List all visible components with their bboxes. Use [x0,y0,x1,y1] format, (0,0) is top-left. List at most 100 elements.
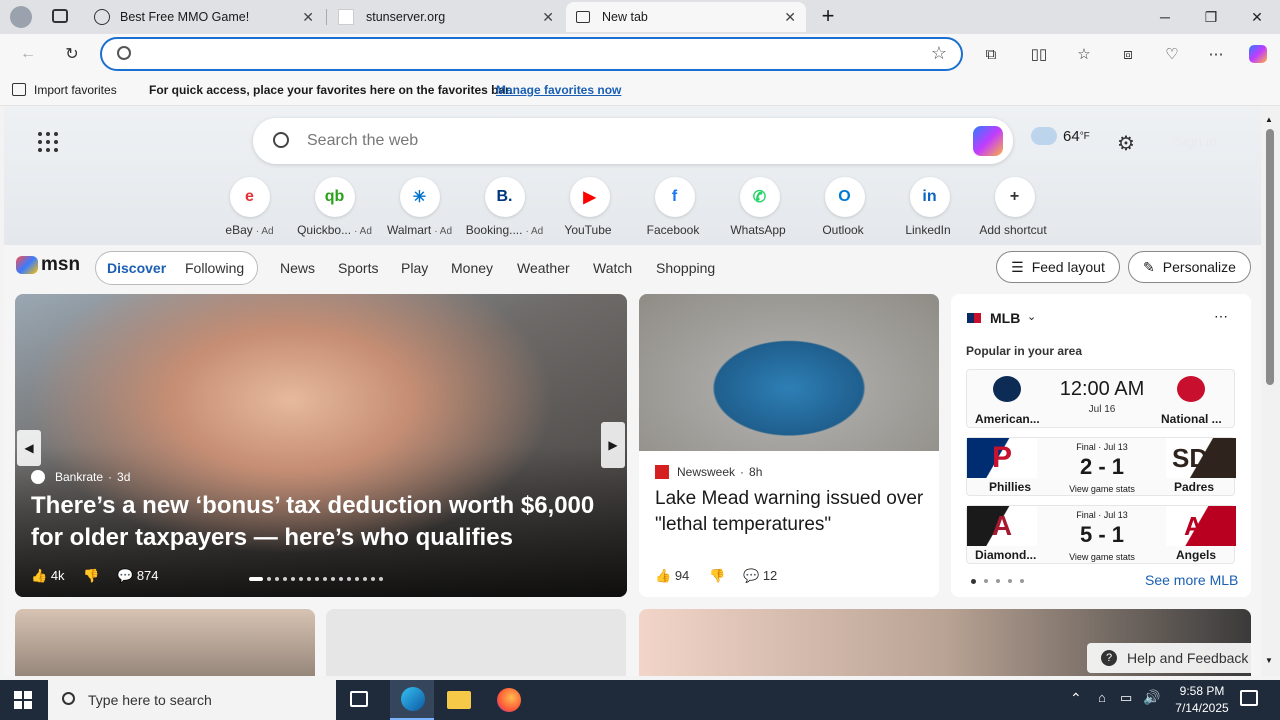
mlb-subtitle: Popular in your area [966,344,1083,358]
more-menu-icon[interactable]: ⋯ [1202,40,1230,68]
hero-dislike-button[interactable]: 👎 [83,568,99,584]
close-window-button[interactable]: ✕ [1234,0,1280,34]
close-icon[interactable]: ✕ [784,9,796,26]
shortcut-tile[interactable]: ✳ Walmart · Ad [377,177,462,237]
copilot-icon[interactable] [1244,40,1272,68]
address-input[interactable]: ☆ [100,37,963,71]
minimize-button[interactable]: ─ [1142,0,1188,34]
help-feedback-button[interactable]: ? Help and Feedback [1087,643,1255,673]
shortcut-tile[interactable]: in LinkedIn [887,177,972,237]
hero-source[interactable]: Bankrate · 3d [31,470,130,484]
story-card-lake-mead[interactable]: Newsweek · 8h Lake Mead warning issued o… [639,294,939,597]
tab-stunserver[interactable]: stunserver.org ✕ [328,2,564,32]
nav-news[interactable]: News [280,260,315,276]
mlb-pager-dots[interactable] [971,579,1024,584]
browser-essentials-icon[interactable]: ♡ [1158,40,1186,68]
story-headline[interactable]: Lake Mead warning issued over "lethal te… [655,486,927,538]
clock-date[interactable]: 7/14/2025 [1166,701,1238,715]
collections-icon[interactable]: ⧈ [1114,40,1142,68]
star-icon[interactable]: ☆ [931,43,947,64]
back-button[interactable]: ← [14,40,42,68]
more-options-icon[interactable]: ⋯ [1214,308,1228,325]
nav-sports[interactable]: Sports [338,260,378,276]
import-favorites-button[interactable]: Import favorites [34,83,117,97]
new-tab-button[interactable]: + [816,4,840,28]
firefox-icon[interactable] [497,688,521,712]
web-search-box[interactable]: Search the web [253,118,1013,164]
profile-icon[interactable] [10,6,32,28]
hero-story-card[interactable]: ◀ ▶ Bankrate · 3d There’s a new ‘bonus’ … [15,294,627,597]
extensions-icon[interactable]: ⧉ [977,40,1005,68]
chevron-down-icon[interactable]: ⌄ [1027,310,1036,323]
page-scrollbar[interactable]: ▲ ▼ [1261,107,1280,676]
favorites-icon[interactable]: ☆ [1070,40,1098,68]
tab-mmo[interactable]: Best Free MMO Game! ✕ [84,2,324,32]
nav-play[interactable]: Play [401,260,428,276]
story-like-button[interactable]: 👍 94 [655,568,689,584]
notifications-icon[interactable] [1240,690,1258,706]
shortcut-tile[interactable]: B. Booking.... · Ad [462,177,547,237]
tab-actions-icon[interactable] [52,9,68,23]
tab-discover[interactable]: Discover [107,260,166,276]
split-screen-icon[interactable]: ▯▯ [1025,40,1053,68]
carousel-next-button[interactable]: ▶ [601,422,625,468]
edge-taskbar-icon[interactable] [390,680,434,720]
clock-time[interactable]: 9:58 PM [1172,684,1232,698]
view-game-stats-link[interactable]: View game stats [1057,552,1147,562]
tab-newtab[interactable]: New tab ✕ [566,2,806,32]
view-game-stats-link[interactable]: View game stats [1057,484,1147,494]
story-dislike-button[interactable]: 👎 [709,568,725,584]
scroll-down-arrow[interactable]: ▼ [1265,656,1273,665]
task-view-icon[interactable] [350,691,368,707]
connection-icon[interactable]: ▭ [1120,690,1132,706]
taskbar-search-box[interactable]: Type here to search [48,680,336,720]
personalize-button[interactable]: ✎ Personalize [1128,251,1251,283]
game-row[interactable]: A Diamond... Final · Jul 13 5 - 1 View g… [966,505,1236,564]
story-card[interactable] [15,609,315,676]
weather-widget[interactable]: 64 °F [1031,127,1090,145]
scroll-thumb[interactable] [1266,129,1274,385]
network-icon[interactable]: ⌂ [1098,690,1106,705]
story-comments-button[interactable]: 💬 12 [743,568,777,584]
new-tab-page: Search the web 64 °F ⚙ Sign in e eBay · Ad… [4,107,1261,676]
volume-icon[interactable]: 🔊 [1143,689,1160,706]
shortcut-tile[interactable]: e eBay · Ad [207,177,292,237]
msn-logo[interactable]: msn [16,254,80,276]
shortcut-tile[interactable]: ▶ YouTube [547,177,632,237]
copilot-search-icon[interactable] [973,126,1003,156]
carousel-prev-button[interactable]: ◀ [17,430,41,466]
nav-shopping[interactable]: Shopping [656,260,715,276]
carousel-dots[interactable] [249,577,383,581]
close-icon[interactable]: ✕ [542,9,554,26]
shortcut-tile[interactable]: + Add shortcut [972,177,1057,237]
file-explorer-icon[interactable] [447,691,471,709]
refresh-button[interactable]: ↻ [58,40,86,68]
story-card[interactable] [326,609,626,676]
sign-in-button[interactable]: Sign in [1174,133,1217,149]
hero-like-button[interactable]: 👍 4k [31,568,65,584]
shortcut-tile[interactable]: O Outlook [802,177,887,237]
game-row[interactable]: American... 12:00 AM Jul 16 National ... [966,369,1235,428]
manage-favorites-link[interactable]: Manage favorites now [496,83,621,97]
start-button[interactable] [14,691,32,709]
story-source[interactable]: Newsweek · 8h [655,465,762,479]
shortcut-tile[interactable]: ✆ WhatsApp [717,177,802,237]
hero-comments-button[interactable]: 💬 874 [117,568,159,584]
nav-weather[interactable]: Weather [517,260,570,276]
shortcut-tile[interactable]: qb Quickbo... · Ad [292,177,377,237]
hero-headline[interactable]: There’s a new ‘bonus’ tax deduction wort… [31,490,621,554]
nav-watch[interactable]: Watch [593,260,632,276]
see-more-mlb-link[interactable]: See more MLB [1145,572,1238,588]
restore-button[interactable]: ❐ [1188,0,1234,34]
show-hidden-icons[interactable]: ⌃ [1070,690,1082,707]
shortcut-tile[interactable]: f Facebook [632,177,717,237]
feed-layout-button[interactable]: ☰ Feed layout [996,251,1120,283]
scroll-up-arrow[interactable]: ▲ [1265,115,1273,124]
nav-money[interactable]: Money [451,260,493,276]
app-launcher-icon[interactable] [38,132,58,152]
mlb-title[interactable]: MLB [990,310,1020,326]
tab-following[interactable]: Following [185,260,244,276]
close-icon[interactable]: ✕ [302,9,314,26]
settings-icon[interactable]: ⚙ [1117,131,1135,156]
game-row[interactable]: P Phillies Final · Jul 13 2 - 1 View gam… [966,437,1236,496]
